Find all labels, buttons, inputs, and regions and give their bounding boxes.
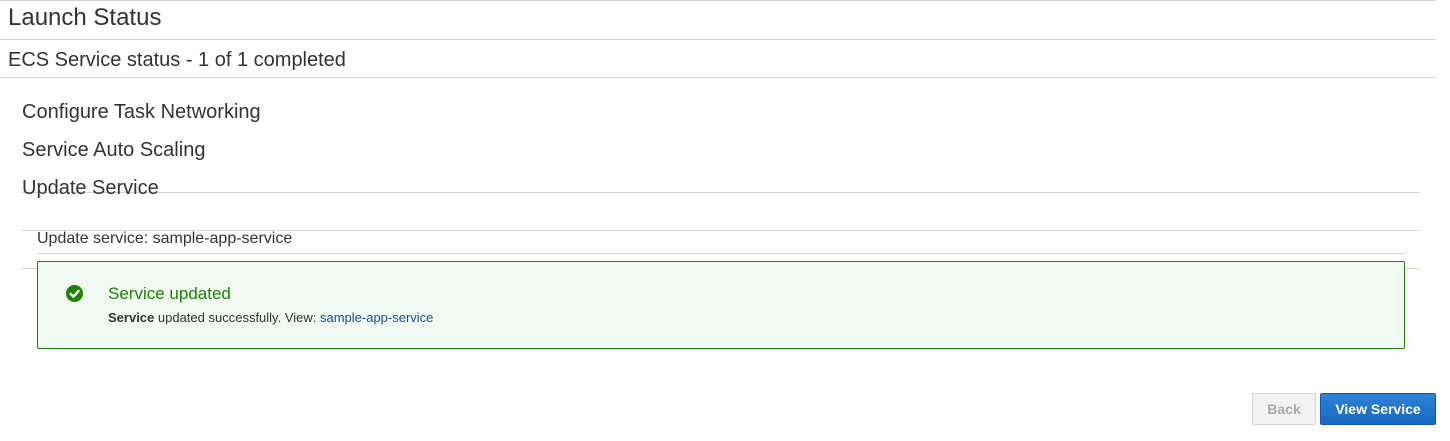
launch-status-page: Launch Status ECS Service status - 1 of … [0,0,1450,441]
update-service-header: Update service: sample-app-service [37,226,1405,254]
step-label: Update Service [22,177,159,199]
step-label: Configure Task Networking [22,101,261,123]
status-title: ECS Service status - 1 of 1 completed [8,49,346,71]
step-label: Service Auto Scaling [22,139,206,161]
top-divider [0,0,1436,1]
back-button[interactable]: Back [1252,393,1316,425]
alert-message-bold: Service [108,310,155,325]
alert-message-text: updated successfully. View: [154,310,320,325]
alert-message: Service updated successfully. View: samp… [108,310,433,326]
title-divider [0,39,1436,40]
alert-title: Service updated [108,284,231,303]
service-link[interactable]: sample-app-service [320,310,433,325]
status-divider [0,77,1436,78]
update-service-label: Update service: sample-app-service [37,230,293,247]
check-circle-icon [66,285,83,302]
page-title: Launch Status [8,4,162,31]
success-alert: Service updated Service updated successf… [37,261,1405,349]
view-service-button[interactable]: View Service [1320,393,1436,425]
